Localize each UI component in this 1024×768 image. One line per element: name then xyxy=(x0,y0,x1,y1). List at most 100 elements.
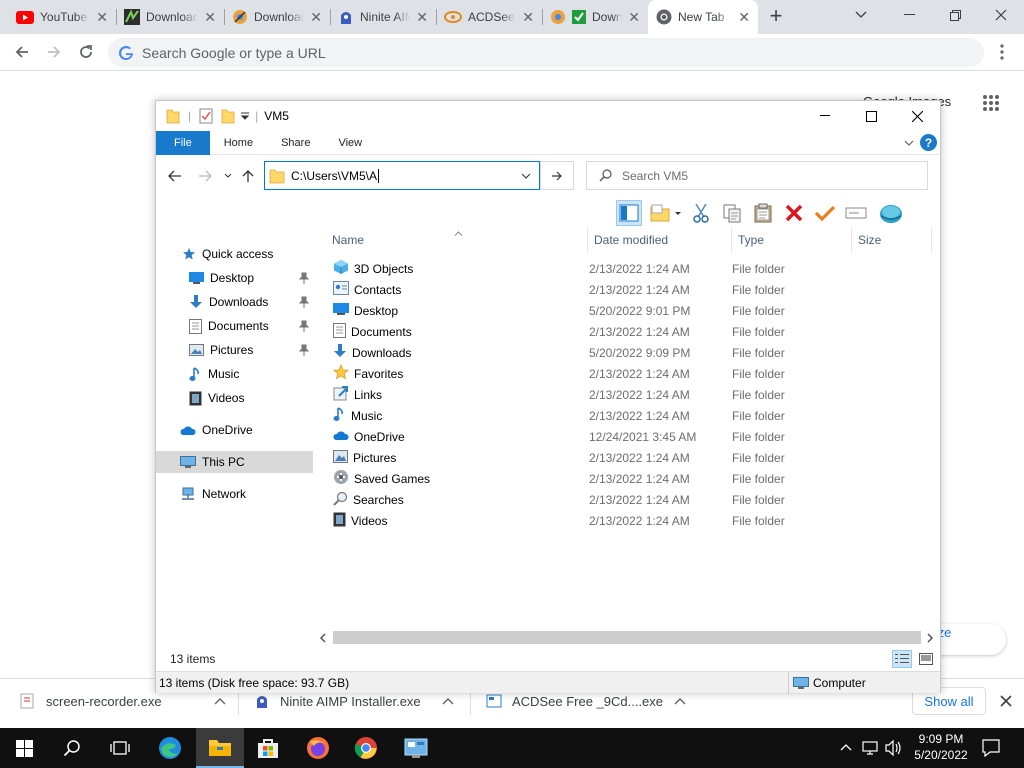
taskbar-chrome[interactable] xyxy=(342,728,390,768)
search-box[interactable]: Search VM5 xyxy=(586,161,928,190)
help-icon[interactable]: ? xyxy=(920,134,937,151)
up-arrow-icon[interactable] xyxy=(242,169,254,183)
table-row[interactable]: Saved Games 2/13/2022 1:24 AM File folder xyxy=(326,468,938,489)
scroll-left-icon[interactable] xyxy=(318,632,328,643)
taskbar-search-button[interactable] xyxy=(48,728,96,768)
pin-icon[interactable] xyxy=(299,344,309,356)
paste-button[interactable] xyxy=(750,200,776,226)
close-tab-icon[interactable]: ✕ xyxy=(628,9,640,26)
explorer-minimize-button[interactable] xyxy=(802,101,848,131)
properties-icon[interactable] xyxy=(199,108,213,124)
pin-icon[interactable] xyxy=(299,296,309,308)
chevron-up-icon[interactable] xyxy=(674,697,686,705)
forward-arrow-icon[interactable] xyxy=(198,170,212,182)
show-hidden-icons-icon[interactable] xyxy=(840,743,852,751)
rename-button[interactable] xyxy=(843,200,869,226)
address-dropdown-icon[interactable] xyxy=(521,173,531,179)
column-size[interactable]: Size xyxy=(852,227,932,253)
tab-youtube[interactable]: YouTube ✕ xyxy=(8,0,116,34)
pin-icon[interactable] xyxy=(299,320,309,332)
nav-item-videos[interactable]: Videos xyxy=(156,387,313,409)
back-button[interactable] xyxy=(8,38,36,66)
large-icons-view-button[interactable] xyxy=(916,650,936,668)
close-tab-icon[interactable]: ✕ xyxy=(96,9,108,26)
customize-qat-icon[interactable] xyxy=(241,111,250,121)
explorer-maximize-button[interactable] xyxy=(848,101,894,131)
table-row[interactable]: Documents 2/13/2022 1:24 AM File folder xyxy=(326,321,938,342)
taskbar-control-panel[interactable] xyxy=(392,728,440,768)
copy-button[interactable] xyxy=(719,200,745,226)
ribbon-tab-view[interactable]: View xyxy=(324,131,376,155)
address-bar[interactable]: C:\Users\VM5\A xyxy=(264,161,540,190)
tab-search-button[interactable] xyxy=(838,0,884,30)
nav-item-this-pc[interactable]: This PC xyxy=(156,451,313,473)
scrollbar-thumb[interactable] xyxy=(333,631,921,644)
restore-button[interactable] xyxy=(932,0,978,30)
network-status-icon[interactable] xyxy=(862,740,878,756)
network-globe-button[interactable] xyxy=(878,200,904,226)
table-row[interactable]: Desktop 5/20/2022 9:01 PM File folder xyxy=(326,300,938,321)
table-row[interactable]: Videos 2/13/2022 1:24 AM File folder xyxy=(326,510,938,531)
clock[interactable]: 9:09 PM 5/20/2022 xyxy=(910,731,972,765)
tab-download-1[interactable]: Download ✕ xyxy=(116,0,224,34)
ribbon-tab-home[interactable]: Home xyxy=(210,131,267,155)
column-date-modified[interactable]: Date modified xyxy=(588,227,732,253)
table-row[interactable]: Pictures 2/13/2022 1:24 AM File folder xyxy=(326,447,938,468)
nav-item-network[interactable]: Network xyxy=(156,483,313,505)
table-row[interactable]: Contacts 2/13/2022 1:24 AM File folder xyxy=(326,279,938,300)
new-folder-button[interactable] xyxy=(647,200,683,226)
volume-icon[interactable] xyxy=(884,740,902,756)
taskbar-edge[interactable] xyxy=(146,728,194,768)
task-view-button[interactable] xyxy=(96,728,144,768)
delete-button[interactable] xyxy=(781,200,807,226)
ribbon-tab-share[interactable]: Share xyxy=(267,131,324,155)
close-shelf-icon[interactable] xyxy=(1000,695,1012,707)
tab-download-2[interactable]: Download ✕ xyxy=(224,0,330,34)
details-view-button[interactable] xyxy=(892,650,912,668)
pin-icon[interactable] xyxy=(299,272,309,284)
minimize-button[interactable] xyxy=(886,0,932,30)
reload-button[interactable] xyxy=(72,38,100,66)
nav-item-downloads[interactable]: Downloads xyxy=(156,291,313,313)
nav-item-quick-access[interactable]: Quick access xyxy=(156,243,313,265)
ribbon-tab-file[interactable]: File xyxy=(156,130,210,155)
chevron-up-icon[interactable] xyxy=(214,697,226,705)
close-tab-icon[interactable]: ✕ xyxy=(310,9,322,26)
column-name[interactable]: Name xyxy=(326,227,588,253)
close-window-button[interactable] xyxy=(978,0,1024,30)
recent-locations-icon[interactable] xyxy=(224,173,232,179)
tab-new-tab[interactable]: New Tab ✕ xyxy=(648,0,758,34)
close-tab-icon[interactable]: ✕ xyxy=(738,9,750,26)
tab-download-3[interactable]: Download ✕ xyxy=(542,0,648,34)
properties-button[interactable] xyxy=(812,200,838,226)
preview-pane-button[interactable] xyxy=(616,200,642,226)
back-arrow-icon[interactable] xyxy=(168,170,182,182)
notification-center-icon[interactable] xyxy=(982,739,1000,757)
taskbar-store[interactable] xyxy=(244,728,292,768)
close-tab-icon[interactable]: ✕ xyxy=(416,9,428,26)
taskbar-firefox[interactable] xyxy=(294,728,342,768)
expand-ribbon-icon[interactable] xyxy=(904,140,914,146)
nav-item-desktop[interactable]: Desktop xyxy=(156,267,313,289)
forward-button[interactable] xyxy=(40,38,68,66)
scroll-right-icon[interactable] xyxy=(925,632,935,643)
table-row[interactable]: Music 2/13/2022 1:24 AM File folder xyxy=(326,405,938,426)
table-row[interactable]: 3D Objects 2/13/2022 1:24 AM File folder xyxy=(326,258,938,279)
start-button[interactable] xyxy=(0,728,48,768)
table-row[interactable]: Downloads 5/20/2022 9:09 PM File folder xyxy=(326,342,938,363)
horizontal-scrollbar[interactable] xyxy=(316,629,940,646)
cut-button[interactable] xyxy=(688,200,714,226)
tab-acdsee[interactable]: ACDSee ✕ xyxy=(436,0,542,34)
explorer-close-button[interactable] xyxy=(894,101,940,131)
close-tab-icon[interactable]: ✕ xyxy=(522,9,534,26)
table-row[interactable]: Searches 2/13/2022 1:24 AM File folder xyxy=(326,489,938,510)
column-type[interactable]: Type xyxy=(732,227,852,253)
table-row[interactable]: Favorites 2/13/2022 1:24 AM File folder xyxy=(326,363,938,384)
taskbar-file-explorer[interactable] xyxy=(196,728,244,768)
table-row[interactable]: OneDrive 12/24/2021 3:45 AM File folder xyxy=(326,426,938,447)
nav-item-pictures[interactable]: Pictures xyxy=(156,339,313,361)
tab-ninite[interactable]: Ninite AIMP ✕ xyxy=(330,0,436,34)
go-button[interactable] xyxy=(540,161,574,190)
google-apps-button[interactable] xyxy=(978,90,1004,116)
new-folder-icon[interactable] xyxy=(221,108,235,124)
